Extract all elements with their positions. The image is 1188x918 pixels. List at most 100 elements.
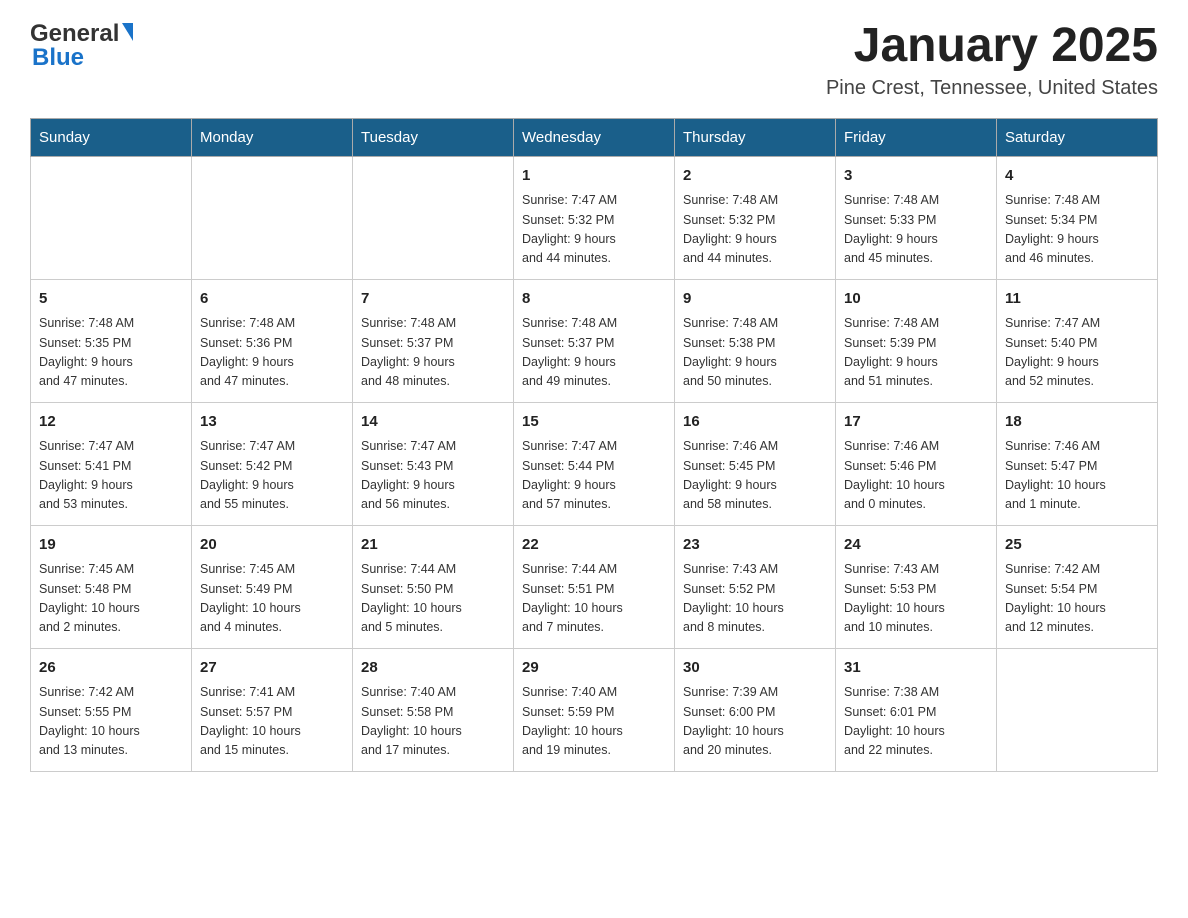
calendar-cell: [997, 648, 1158, 771]
day-info: Sunrise: 7:46 AM Sunset: 5:47 PM Dayligh…: [1005, 437, 1149, 515]
day-info: Sunrise: 7:45 AM Sunset: 5:48 PM Dayligh…: [39, 560, 183, 638]
calendar-header: SundayMondayTuesdayWednesdayThursdayFrid…: [31, 118, 1158, 156]
calendar-week-row: 1Sunrise: 7:47 AM Sunset: 5:32 PM Daylig…: [31, 156, 1158, 279]
day-number: 19: [39, 534, 183, 557]
day-info: Sunrise: 7:43 AM Sunset: 5:52 PM Dayligh…: [683, 560, 827, 638]
logo-blue-text: Blue: [32, 44, 133, 72]
calendar-cell: 29 Sunrise: 7:40 AM Sunset: 5:59 PM Dayli…: [514, 648, 675, 771]
calendar-cell: [353, 156, 514, 279]
day-info: Sunrise: 7:41 AM Sunset: 5:57 PM Dayligh…: [200, 683, 344, 761]
day-info: Sunrise: 7:47 AM Sunset: 5:44 PM Dayligh…: [522, 437, 666, 515]
title-section: January 2025 Pine Crest, Tennessee, Unit…: [826, 20, 1158, 100]
calendar-table: SundayMondayTuesdayWednesdayThursdayFrid…: [30, 118, 1158, 772]
calendar-cell: 26 Sunrise: 7:42 AM Sunset: 5:55 PM Dayli…: [31, 648, 192, 771]
calendar-cell: 16Sunrise: 7:46 AM Sunset: 5:45 PM Dayli…: [675, 402, 836, 525]
calendar-cell: 9Sunrise: 7:48 AM Sunset: 5:38 PM Daylig…: [675, 279, 836, 402]
calendar-cell: 6 Sunrise: 7:48 AM Sunset: 5:36 PM Daylig…: [192, 279, 353, 402]
calendar-cell: 28 Sunrise: 7:40 AM Sunset: 5:58 PM Dayli…: [353, 648, 514, 771]
calendar-cell: 25 Sunrise: 7:42 AM Sunset: 5:54 PM Dayli…: [997, 525, 1158, 648]
day-info: Sunrise: 7:40 AM Sunset: 5:58 PM Dayligh…: [361, 683, 505, 761]
day-number: 17: [844, 411, 988, 434]
day-number: 7: [361, 288, 505, 311]
day-number: 31: [844, 657, 988, 680]
calendar-cell: [192, 156, 353, 279]
calendar-cell: 24Sunrise: 7:43 AM Sunset: 5:53 PM Dayli…: [836, 525, 997, 648]
calendar-cell: 12 Sunrise: 7:47 AM Sunset: 5:41 PM Dayli…: [31, 402, 192, 525]
calendar-cell: 23 Sunrise: 7:43 AM Sunset: 5:52 PM Dayli…: [675, 525, 836, 648]
day-of-week-header: Sunday: [31, 118, 192, 156]
logo-triangle-icon: [122, 23, 133, 41]
day-of-week-header: Friday: [836, 118, 997, 156]
calendar-week-row: 12 Sunrise: 7:47 AM Sunset: 5:41 PM Dayli…: [31, 402, 1158, 525]
location-title: Pine Crest, Tennessee, United States: [826, 77, 1158, 100]
day-number: 4: [1005, 165, 1149, 188]
day-info: Sunrise: 7:42 AM Sunset: 5:55 PM Dayligh…: [39, 683, 183, 761]
calendar-week-row: 26 Sunrise: 7:42 AM Sunset: 5:55 PM Dayli…: [31, 648, 1158, 771]
day-number: 11: [1005, 288, 1149, 311]
day-info: Sunrise: 7:48 AM Sunset: 5:37 PM Dayligh…: [522, 314, 666, 392]
day-info: Sunrise: 7:48 AM Sunset: 5:37 PM Dayligh…: [361, 314, 505, 392]
day-info: Sunrise: 7:42 AM Sunset: 5:54 PM Dayligh…: [1005, 560, 1149, 638]
page-header: General Blue January 2025 Pine Crest, Te…: [30, 20, 1158, 100]
calendar-cell: 14 Sunrise: 7:47 AM Sunset: 5:43 PM Dayli…: [353, 402, 514, 525]
day-info: Sunrise: 7:38 AM Sunset: 6:01 PM Dayligh…: [844, 683, 988, 761]
calendar-cell: 30 Sunrise: 7:39 AM Sunset: 6:00 PM Dayli…: [675, 648, 836, 771]
calendar-cell: 1Sunrise: 7:47 AM Sunset: 5:32 PM Daylig…: [514, 156, 675, 279]
calendar-cell: 20 Sunrise: 7:45 AM Sunset: 5:49 PM Dayli…: [192, 525, 353, 648]
day-of-week-header: Tuesday: [353, 118, 514, 156]
calendar-cell: 4 Sunrise: 7:48 AM Sunset: 5:34 PM Daylig…: [997, 156, 1158, 279]
calendar-cell: 11Sunrise: 7:47 AM Sunset: 5:40 PM Dayli…: [997, 279, 1158, 402]
day-number: 12: [39, 411, 183, 434]
day-number: 23: [683, 534, 827, 557]
day-number: 29: [522, 657, 666, 680]
calendar-cell: 17Sunrise: 7:46 AM Sunset: 5:46 PM Dayli…: [836, 402, 997, 525]
day-number: 2: [683, 165, 827, 188]
calendar-cell: 21 Sunrise: 7:44 AM Sunset: 5:50 PM Dayli…: [353, 525, 514, 648]
calendar-cell: 8 Sunrise: 7:48 AM Sunset: 5:37 PM Daylig…: [514, 279, 675, 402]
calendar-cell: 27 Sunrise: 7:41 AM Sunset: 5:57 PM Dayli…: [192, 648, 353, 771]
calendar-cell: [31, 156, 192, 279]
day-info: Sunrise: 7:40 AM Sunset: 5:59 PM Dayligh…: [522, 683, 666, 761]
calendar-body: 1Sunrise: 7:47 AM Sunset: 5:32 PM Daylig…: [31, 156, 1158, 771]
day-info: Sunrise: 7:39 AM Sunset: 6:00 PM Dayligh…: [683, 683, 827, 761]
day-number: 21: [361, 534, 505, 557]
day-of-week-header: Saturday: [997, 118, 1158, 156]
calendar-cell: 31 Sunrise: 7:38 AM Sunset: 6:01 PM Dayli…: [836, 648, 997, 771]
day-number: 3: [844, 165, 988, 188]
day-number: 20: [200, 534, 344, 557]
day-number: 27: [200, 657, 344, 680]
day-number: 25: [1005, 534, 1149, 557]
calendar-cell: 22 Sunrise: 7:44 AM Sunset: 5:51 PM Dayli…: [514, 525, 675, 648]
day-info: Sunrise: 7:48 AM Sunset: 5:33 PM Dayligh…: [844, 191, 988, 269]
calendar-cell: 15 Sunrise: 7:47 AM Sunset: 5:44 PM Dayli…: [514, 402, 675, 525]
day-of-week-header: Thursday: [675, 118, 836, 156]
day-number: 8: [522, 288, 666, 311]
day-info: Sunrise: 7:47 AM Sunset: 5:43 PM Dayligh…: [361, 437, 505, 515]
day-number: 15: [522, 411, 666, 434]
day-info: Sunrise: 7:45 AM Sunset: 5:49 PM Dayligh…: [200, 560, 344, 638]
day-info: Sunrise: 7:48 AM Sunset: 5:35 PM Dayligh…: [39, 314, 183, 392]
day-info: Sunrise: 7:48 AM Sunset: 5:34 PM Dayligh…: [1005, 191, 1149, 269]
day-info: Sunrise: 7:48 AM Sunset: 5:36 PM Dayligh…: [200, 314, 344, 392]
calendar-cell: 5 Sunrise: 7:48 AM Sunset: 5:35 PM Daylig…: [31, 279, 192, 402]
day-info: Sunrise: 7:48 AM Sunset: 5:38 PM Dayligh…: [683, 314, 827, 392]
day-of-week-header: Wednesday: [514, 118, 675, 156]
day-number: 5: [39, 288, 183, 311]
calendar-cell: 13Sunrise: 7:47 AM Sunset: 5:42 PM Dayli…: [192, 402, 353, 525]
day-number: 26: [39, 657, 183, 680]
day-number: 30: [683, 657, 827, 680]
day-info: Sunrise: 7:48 AM Sunset: 5:32 PM Dayligh…: [683, 191, 827, 269]
day-number: 16: [683, 411, 827, 434]
day-info: Sunrise: 7:47 AM Sunset: 5:41 PM Dayligh…: [39, 437, 183, 515]
day-number: 14: [361, 411, 505, 434]
day-number: 18: [1005, 411, 1149, 434]
day-number: 22: [522, 534, 666, 557]
day-info: Sunrise: 7:44 AM Sunset: 5:50 PM Dayligh…: [361, 560, 505, 638]
calendar-cell: 10Sunrise: 7:48 AM Sunset: 5:39 PM Dayli…: [836, 279, 997, 402]
logo: General Blue: [30, 20, 133, 72]
day-info: Sunrise: 7:47 AM Sunset: 5:32 PM Dayligh…: [522, 191, 666, 269]
day-info: Sunrise: 7:44 AM Sunset: 5:51 PM Dayligh…: [522, 560, 666, 638]
day-number: 6: [200, 288, 344, 311]
day-number: 28: [361, 657, 505, 680]
calendar-week-row: 19 Sunrise: 7:45 AM Sunset: 5:48 PM Dayli…: [31, 525, 1158, 648]
